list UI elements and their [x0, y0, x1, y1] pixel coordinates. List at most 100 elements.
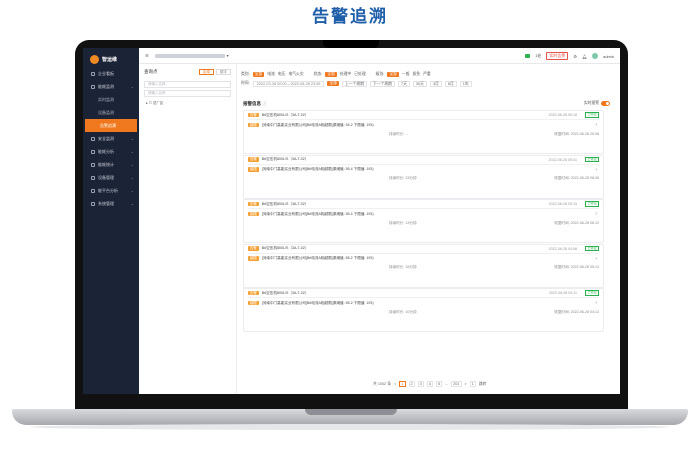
quick-range-button[interactable]: 7天: [397, 80, 410, 87]
sidebar-item[interactable]: 能平台分析 ⌄: [83, 184, 139, 197]
sidebar-item-label: 设备管理: [98, 174, 114, 180]
chevron-right-icon[interactable]: ›: [595, 256, 597, 262]
nav-icon: [91, 136, 95, 141]
settings-icon[interactable]: ⚙: [573, 54, 577, 59]
prev-page-button[interactable]: <: [394, 382, 396, 386]
filter-option[interactable]: 紧急: [413, 72, 421, 77]
date-range-picker[interactable]: 2022-03-28 00:00→2022-06-28 23:59: [252, 80, 325, 87]
sidebar-item-label: 能平台分析: [98, 187, 118, 193]
page-number[interactable]: 3: [417, 381, 424, 387]
laptop-shadow: [30, 424, 670, 430]
nav-icon: [91, 175, 95, 180]
menu-icon[interactable]: ☰: [145, 53, 149, 58]
filter-option[interactable]: 全部: [325, 72, 337, 77]
status-badge: 已恢复: [585, 201, 599, 207]
sidebar-item[interactable]: 能耗监测 ⌄: [83, 80, 139, 93]
filter-option[interactable]: 一般: [402, 72, 410, 77]
alarm-badge[interactable]: 实时告警: [546, 52, 569, 60]
level-tag: 越限: [248, 300, 259, 306]
page-number[interactable]: 4: [426, 381, 433, 387]
quick-range-button[interactable]: 上一个周期: [342, 80, 367, 87]
alarm-time: 2022-06-28 04:11: [548, 291, 577, 295]
tree-root-label: 总厂区: [152, 101, 164, 105]
user-name[interactable]: admin: [603, 54, 614, 59]
building-button[interactable]: 楼宇: [216, 69, 231, 75]
alarm-detail-row: 越限 [河南中门高能实业有限公司]B#电流A相越限(原阈值: 55.2 下限值: …: [248, 254, 599, 264]
filter-option[interactable]: 全部: [252, 72, 265, 77]
filter-option[interactable]: 电流: [267, 72, 275, 77]
chevron-down-icon: ⌄: [130, 149, 134, 154]
sidebar-item-label: 能耗分析: [98, 148, 114, 154]
message-icon[interactable]: [525, 54, 531, 58]
filter-option[interactable]: 电压: [278, 72, 286, 77]
quick-range-all[interactable]: 全部: [327, 81, 340, 86]
caret-icon[interactable]: ▸ ☐: [146, 101, 153, 105]
chevron-right-icon[interactable]: ›: [595, 300, 597, 306]
quick-range-button[interactable]: 1年: [459, 80, 472, 87]
alarm-card[interactable]: 告警 B#空压机800L/S（3A-T-02） 2022-06-28 05:41 已恢…: [243, 154, 604, 199]
goto-page-input[interactable]: 1: [469, 381, 476, 387]
alarm-tag: 告警: [248, 157, 259, 162]
avatar[interactable]: [592, 53, 599, 59]
next-page-button[interactable]: >: [465, 382, 467, 386]
sidebar-subitem[interactable]: 设备监测: [83, 106, 139, 119]
page-number[interactable]: 2: [408, 381, 415, 387]
tree-root[interactable]: ▸ ☐ 总厂区: [144, 101, 231, 106]
org-selector[interactable]: [154, 53, 225, 58]
alarm-header: 告警 B#空压机800L/S（3A-T-02） 2022-06-28 05:15 已恢…: [248, 200, 599, 208]
alarm-card[interactable]: 告警 B#空压机800L/S（3A-T-02） 2022-06-28 04:58 已恢…: [243, 243, 604, 288]
sidebar-item-label: 企业看板: [98, 70, 114, 76]
last-page-button[interactable]: 201: [451, 381, 462, 387]
brand-logo-icon: [90, 54, 99, 64]
search-input-2[interactable]: 请输入名称: [144, 90, 231, 97]
list-title-text: 报警信息: [243, 101, 261, 106]
quick-range-button[interactable]: 30天: [412, 80, 427, 87]
brand[interactable]: 智运维: [83, 51, 139, 67]
alarm-detail: [河南中门高能实业有限公司]B#电流A相越限(原阈值: 55.2 下限值: 19…: [261, 300, 374, 305]
sidebar-item[interactable]: 能耗统计 ⌄: [83, 158, 139, 171]
date-end: 2022-06-28 23:59: [290, 81, 321, 86]
page-number[interactable]: 5: [435, 381, 442, 387]
alarm-detail: [河南中门高能实业有限公司]B#电流A相越限(原阈值: 55.2 下限值: 19…: [261, 256, 374, 260]
sidebar-item[interactable]: 系统管理 ⌄: [83, 197, 139, 210]
sidebar-item[interactable]: 设备管理 ⌄: [83, 171, 139, 184]
filter-option[interactable]: 已处理: [354, 72, 365, 77]
goto-label: 跳转: [478, 381, 487, 386]
sidebar-item[interactable]: 企业看板: [83, 67, 139, 80]
quick-range-button[interactable]: 3月: [429, 80, 442, 87]
status-text: 1处: [535, 53, 542, 58]
page-number[interactable]: 1: [399, 381, 406, 387]
sidebar-subitem[interactable]: 实时监测: [83, 93, 139, 106]
level-tag: 越限: [248, 256, 259, 261]
chevron-right-icon[interactable]: ›: [595, 211, 597, 217]
status-badge: 已恢复: [585, 290, 599, 296]
chevron-right-icon[interactable]: ›: [595, 122, 597, 128]
search-input[interactable]: 请输入名称: [144, 81, 231, 88]
chevron-down-icon: ⌄: [130, 175, 134, 180]
sidebar-subitem[interactable]: 告警追溯: [85, 119, 137, 132]
realtime-toggle[interactable]: [601, 101, 610, 106]
filter-option[interactable]: 严重: [423, 72, 431, 77]
alarm-list: 告警 B#空压机800L/S（3A-T-02） 2022-06-28 06:18 已恢…: [243, 110, 604, 333]
sidebar-item[interactable]: 能耗分析 ⌄: [83, 145, 139, 158]
filter-label: 状态:: [313, 72, 323, 76]
query-panel-header: 查询点 区域 楼宇: [144, 69, 231, 75]
alarm-card[interactable]: 告警 B#空压机800L/S（3A-T-02） 2022-06-28 06:18 已恢…: [243, 110, 604, 154]
chevron-down-icon[interactable]: ▾: [227, 53, 229, 58]
filter-option[interactable]: 处理中: [340, 72, 351, 77]
nav-icon: [91, 162, 95, 167]
alarm-card[interactable]: 告警 B#空压机800L/S（3A-T-02） 2022-06-28 05:15 已恢…: [243, 199, 604, 243]
alarm-card[interactable]: 告警 B#空压机800L/S（3A-T-02） 2022-06-28 04:11 已恢…: [243, 288, 604, 332]
region-button[interactable]: 区域: [199, 69, 214, 75]
filter-option[interactable]: 电气火灾: [288, 72, 303, 77]
chevron-right-icon[interactable]: ›: [595, 167, 597, 173]
total-count: 共 1002 条: [373, 381, 392, 386]
quick-range-button[interactable]: 6月: [444, 80, 457, 87]
bell-icon[interactable]: 🔔︎: [582, 54, 587, 59]
filter-option[interactable]: 全部: [387, 72, 399, 77]
alarm-meta-row: 持续时长: -- 恢复时间: 2022-06-28 20:08: [248, 130, 599, 138]
sidebar-item[interactable]: 安全监测 ⌄: [83, 132, 139, 145]
nav-icon: [91, 84, 95, 89]
alarm-reset-time: 恢复时间: 2022-06-28 05:13: [554, 265, 599, 269]
quick-range-button[interactable]: 下一个周期: [370, 80, 395, 87]
